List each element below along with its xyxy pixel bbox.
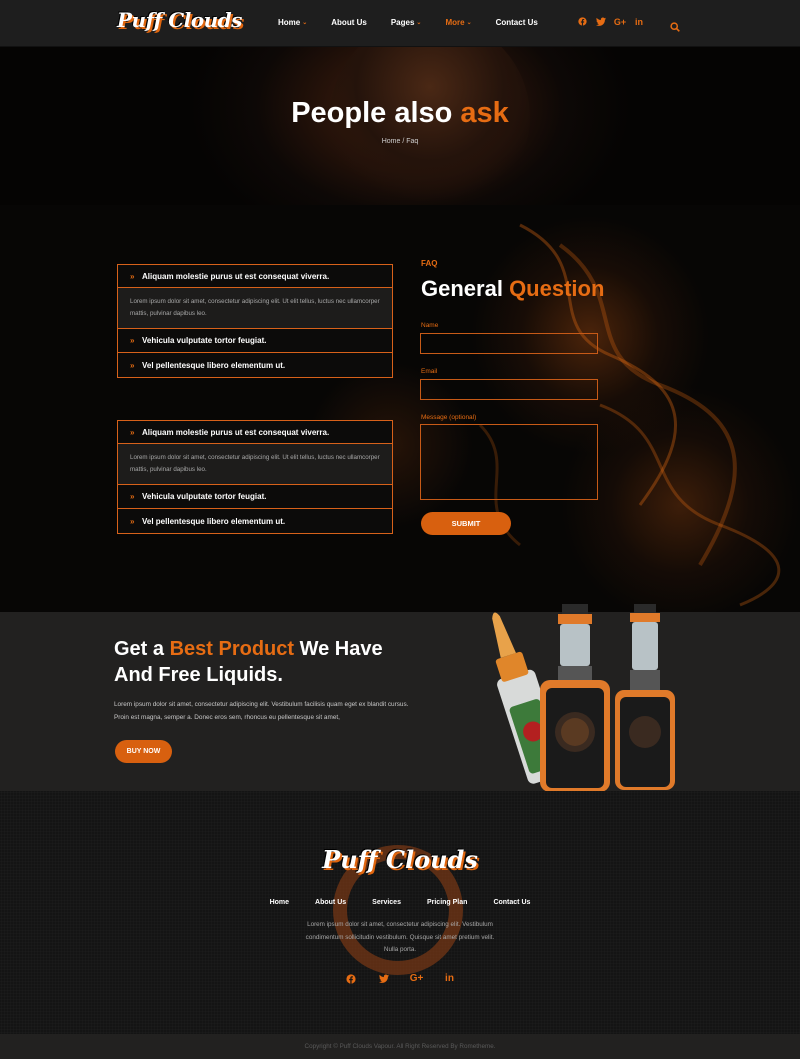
accordion-item[interactable]: » Vel pellentesque libero elementum ut. <box>118 509 392 533</box>
accordion-item[interactable]: » Vehicula vulputate tortor feugiat. <box>118 329 392 353</box>
copyright-bar: Copyright © Puff Clouds Vapour. All Righ… <box>0 1034 800 1059</box>
email-field[interactable] <box>420 379 598 400</box>
site-footer: Puff Clouds Home About Us Services Prici… <box>0 791 800 1034</box>
site-logo[interactable]: Puff Clouds <box>117 8 242 32</box>
banner-title: Get a Best Product We Have And Free Liqu… <box>114 636 434 688</box>
menu-item-more[interactable]: More ⌄ <box>445 18 471 27</box>
menu-item-label: About Us <box>331 18 367 27</box>
double-chevron-right-icon: » <box>130 492 135 501</box>
footer-socials: G+ in <box>0 973 800 984</box>
accordion-question: Vehicula vulputate tortor feugiat. <box>142 492 267 501</box>
top-navbar: Puff Clouds Home ⌄ About Us Pages ⌄ More… <box>0 0 800 47</box>
twitter-icon[interactable] <box>596 16 606 27</box>
footer-menu: Home About Us Services Pricing Plan Cont… <box>0 899 800 906</box>
footer-link-services[interactable]: Services <box>372 899 401 906</box>
form-title: General Question <box>421 276 604 302</box>
breadcrumb-home[interactable]: Home <box>382 138 401 145</box>
chevron-down-icon: ⌄ <box>466 20 472 26</box>
vape-product-image <box>492 604 675 791</box>
form-kicker: FAQ <box>421 259 438 268</box>
message-field[interactable] <box>420 424 598 500</box>
accordion-item[interactable]: » Vehicula vulputate tortor feugiat. <box>118 485 392 509</box>
accordion-answer: Lorem ipsum dolor sit amet, consectetur … <box>118 288 392 329</box>
faq-accordion: » Aliquam molestie purus ut est consequa… <box>117 264 393 378</box>
menu-item-about[interactable]: About Us <box>331 18 367 27</box>
search-icon[interactable] <box>670 17 680 32</box>
buy-now-button[interactable]: BUY NOW <box>115 740 172 763</box>
form-title-main: General <box>421 276 503 301</box>
name-field[interactable] <box>420 333 598 354</box>
main-menu: Home ⌄ About Us Pages ⌄ More ⌄ Contact U… <box>278 18 562 27</box>
accordion-question: Vel pellentesque libero elementum ut. <box>142 516 286 526</box>
banner-title-part: Get a <box>114 638 170 660</box>
accordion-question: Vehicula vulputate tortor feugiat. <box>142 336 267 345</box>
menu-item-pages[interactable]: Pages ⌄ <box>391 18 422 27</box>
header-socials: G+ in <box>577 16 644 27</box>
page-title: People also ask <box>0 97 800 130</box>
facebook-icon[interactable] <box>345 973 356 984</box>
accordion-question: Vel pellentesque libero elementum ut. <box>142 360 286 370</box>
accordion-item-open[interactable]: » Aliquam molestie purus ut est consequa… <box>118 265 392 288</box>
double-chevron-right-icon: » <box>130 360 135 370</box>
banner-title-accent: Best Product <box>169 638 295 660</box>
accordion-item-open[interactable]: » Aliquam molestie purus ut est consequa… <box>118 421 392 444</box>
submit-button[interactable]: SUBMIT <box>421 512 511 535</box>
breadcrumb: Home / Faq <box>0 138 800 145</box>
linkedin-icon[interactable]: in <box>634 16 644 27</box>
linkedin-icon[interactable]: in <box>445 973 455 984</box>
form-title-accent: Question <box>509 276 605 301</box>
chevron-down-icon: ⌄ <box>302 20 308 26</box>
menu-item-label: More <box>445 18 465 27</box>
faq-accordion: » Aliquam molestie purus ut est consequa… <box>117 420 393 534</box>
accordion-question: Aliquam molestie purus ut est consequat … <box>142 271 330 281</box>
footer-link-contact[interactable]: Contact Us <box>493 899 530 906</box>
page-title-main: People also <box>291 97 453 129</box>
menu-item-contact[interactable]: Contact Us <box>496 18 538 27</box>
menu-item-label: Home <box>278 18 301 27</box>
banner-title-part: We Have <box>294 638 383 660</box>
twitter-icon[interactable] <box>378 973 389 984</box>
double-chevron-right-icon: » <box>130 516 135 526</box>
google-plus-icon[interactable]: G+ <box>614 16 626 27</box>
banner-title-part: And Free Liquids. <box>114 664 283 686</box>
double-chevron-right-icon: » <box>130 336 135 345</box>
footer-link-home[interactable]: Home <box>270 899 289 906</box>
email-label: Email <box>421 368 438 375</box>
footer-text: Lorem ipsum dolor sit amet, consectetur … <box>305 921 495 953</box>
footer-logo[interactable]: Puff Clouds <box>0 845 800 874</box>
menu-item-label: Pages <box>390 18 415 27</box>
breadcrumb-current: Faq <box>406 138 419 145</box>
double-chevron-down-icon: » <box>130 271 135 281</box>
footer-link-about[interactable]: About Us <box>315 899 346 906</box>
accordion-item[interactable]: » Vel pellentesque libero elementum ut. <box>118 353 392 377</box>
facebook-icon[interactable] <box>577 16 587 27</box>
accordion-answer: Lorem ipsum dolor sit amet, consectetur … <box>118 444 392 485</box>
banner-text: Lorem ipsum dolor sit amet, consectetur … <box>114 701 409 721</box>
page-title-accent: ask <box>460 97 509 129</box>
google-plus-icon[interactable]: G+ <box>410 973 424 984</box>
menu-item-home[interactable]: Home ⌄ <box>278 18 307 27</box>
name-label: Name <box>421 322 439 329</box>
double-chevron-down-icon: » <box>130 427 135 437</box>
message-label: Message (optional) <box>421 414 477 421</box>
page-hero: People also ask Home / Faq <box>0 47 800 205</box>
footer-link-pricing[interactable]: Pricing Plan <box>427 899 467 906</box>
chevron-down-icon: ⌄ <box>416 20 422 26</box>
menu-item-label: Contact Us <box>495 18 538 27</box>
accordion-question: Aliquam molestie purus ut est consequat … <box>142 427 330 437</box>
